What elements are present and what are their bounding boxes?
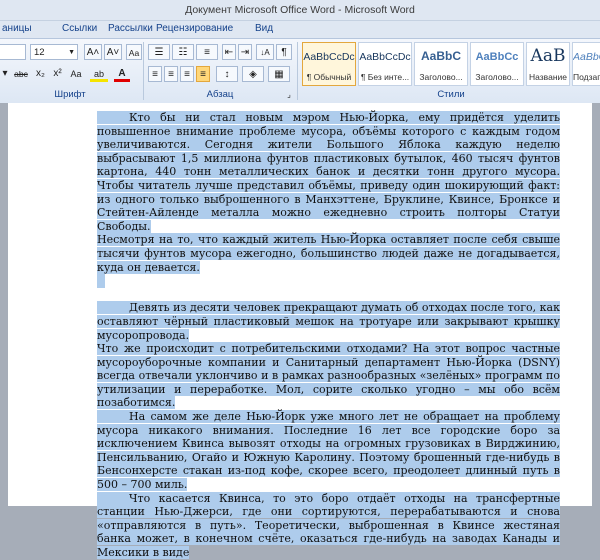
align-right-icon[interactable]: ≡ [180,66,194,82]
style-sample: AaBbCcDc [359,51,411,63]
tab-page-layout[interactable]: аницы [2,23,32,34]
font-size-value: 12 [34,47,45,58]
increase-indent-icon[interactable]: ⇥ [238,44,252,60]
highlight-button[interactable]: ab [90,66,108,82]
style-sample: AaBbC [420,49,461,63]
style-sample: AaBbCc [475,51,519,63]
decrease-indent-icon[interactable]: ⇤ [222,44,236,60]
paragraph-text: Что же происходит с потребительскими отх… [97,342,560,410]
group-divider [143,42,144,100]
paragraph-text: Несмотря на то, что каждый житель Нью-Йо… [97,233,560,274]
paragraph-group-label: Абзац [206,89,234,100]
font-name-combo[interactable] [0,44,26,60]
paragraph[interactable]: Девять из десяти человек прекращают дума… [97,301,560,342]
paragraph[interactable]: На самом же деле Нью-Йорк уже много лет … [97,410,560,492]
document-page[interactable]: Кто бы ни стал новым мэром Нью-Йорка, ем… [8,103,592,559]
style-name: Подзаго... [573,72,600,82]
paragraph[interactable]: Что касается Квинса, то это боро отдаёт … [97,491,560,560]
paragraph[interactable]: Кто бы ни стал новым мэром Нью-Йорка, ем… [97,111,560,233]
justify-icon[interactable]: ≡ [196,66,210,82]
clear-format-button[interactable]: Aa [126,44,142,60]
dialog-launcher-icon[interactable]: ⌟ [284,87,294,103]
shading-icon[interactable]: ◈ [242,66,264,82]
tab-review[interactable]: Рецензирование [156,23,233,34]
tab-mailings[interactable]: Рассылки [108,23,153,34]
bullets-icon[interactable]: ☰ [148,44,170,60]
line-spacing-icon[interactable]: ↕ [216,66,238,82]
paragraph[interactable]: Что же происходит с потребительскими отх… [97,342,560,410]
empty-paragraph[interactable] [97,288,560,302]
change-case-button[interactable]: Aa [67,66,85,82]
font-group-label: Шрифт [54,89,86,100]
strikethrough-button[interactable]: abc [12,66,30,82]
superscript-button[interactable]: x² [50,66,65,82]
style-name: Заголово... [419,72,463,82]
ribbon: 12 ▼ A˄ A˅ Aa ▾ abc x₂ x² Aa ab A Шрифт … [0,38,600,104]
chevron-down-icon[interactable]: ▼ [68,45,75,61]
paragraph-text: Что касается Квинса, то это боро отдаёт … [97,491,560,559]
style-subtitle[interactable]: AaBbC Подзаго... [572,42,600,86]
tab-view[interactable]: Вид [255,23,273,34]
empty-paragraph[interactable] [97,274,560,288]
align-center-icon[interactable]: ≡ [164,66,178,82]
paragraph[interactable]: Несмотря на то, что каждый житель Нью-Йо… [97,233,560,274]
paragraph-text: Кто бы ни стал новым мэром Нью-Йорка, ем… [97,111,560,233]
style-heading-1[interactable]: AaBbC Заголово... [414,42,468,86]
style-name: ¶ Обычный [306,72,352,82]
paragraph-text: На самом же деле Нью-Йорк уже много лет … [97,410,560,492]
style-sample: AaBbCcDc [303,51,355,63]
shrink-font-button[interactable]: A˅ [104,44,122,60]
borders-icon[interactable]: ▦ [268,66,290,82]
subscript-button[interactable]: x₂ [33,66,48,82]
sort-button[interactable]: ↓A [256,44,274,60]
style-sample: AaB [530,46,566,66]
style-heading-2[interactable]: AaBbCc Заголово... [470,42,524,86]
align-left-icon[interactable]: ≡ [148,66,162,82]
show-marks-button[interactable]: ¶ [276,44,292,60]
style-name: ¶ Без инте... [360,72,410,82]
style-name: Заголово... [475,72,519,82]
grow-font-button[interactable]: A˄ [84,44,102,60]
style-name: Название [529,72,567,82]
group-divider [297,42,298,100]
style-title[interactable]: AaB Название [526,42,570,86]
font-size-combo[interactable]: 12 ▼ [30,44,78,60]
underline-dropdown-icon[interactable]: ▾ [0,66,10,82]
document-text[interactable]: Кто бы ни стал новым мэром Нью-Йорка, ем… [97,111,560,560]
style-sample: AaBbC [573,51,600,63]
paragraph-text: Девять из десяти человек прекращают дума… [97,301,560,342]
numbering-icon[interactable]: ☷ [172,44,194,60]
tab-references[interactable]: Ссылки [62,23,97,34]
window-title: Документ Microsoft Office Word - Microso… [0,0,600,21]
style-normal[interactable]: AaBbCcDc ¶ Обычный [302,42,356,86]
document-area[interactable]: Кто бы ни стал новым мэром Нью-Йорка, ем… [0,103,600,559]
multilevel-list-icon[interactable]: ≡ [196,44,218,60]
font-color-button[interactable]: A [114,66,130,82]
styles-group-label: Стили [437,89,465,100]
style-no-spacing[interactable]: AaBbCcDc ¶ Без инте... [358,42,412,86]
ribbon-tabs: аницы Ссылки Рассылки Рецензирование Вид [0,21,600,38]
